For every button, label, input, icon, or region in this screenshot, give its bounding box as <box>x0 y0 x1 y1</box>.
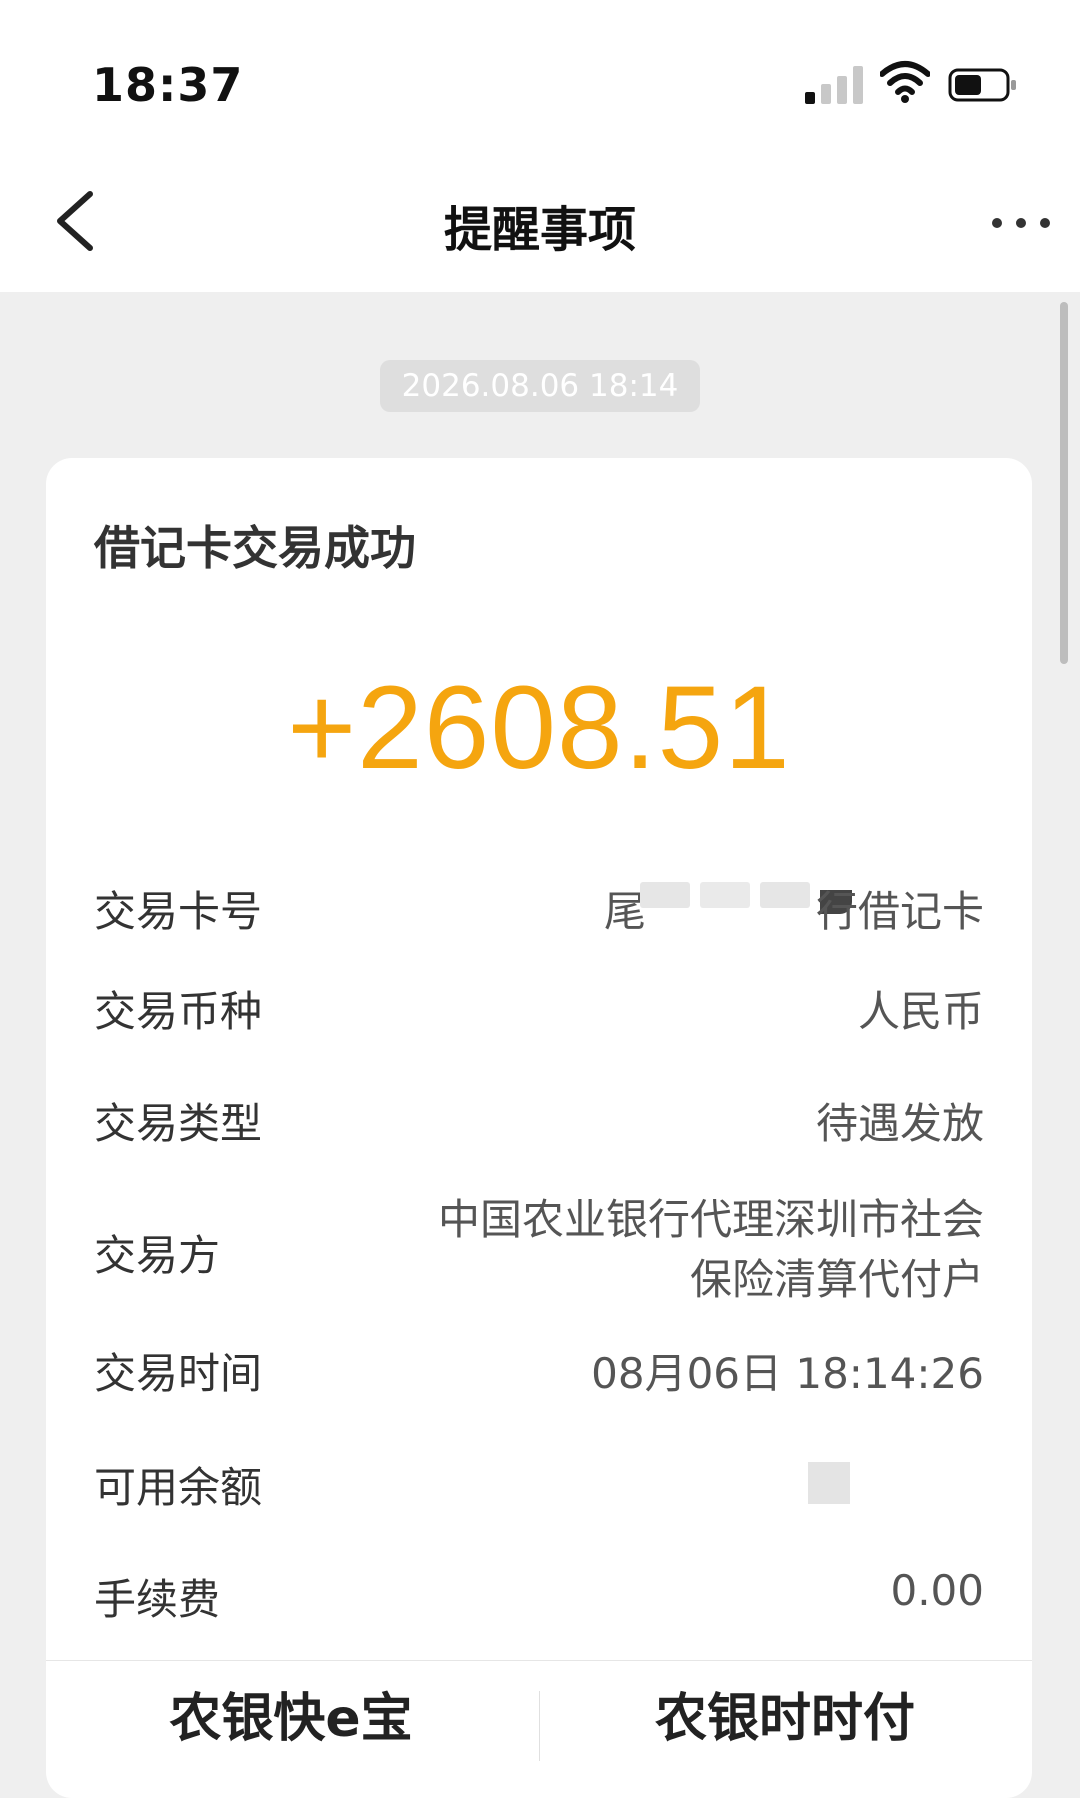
row-label: 交易类型 <box>94 1099 263 1148</box>
masked-digits <box>760 882 810 908</box>
masked-digits <box>700 882 750 908</box>
row-value: 0.00 <box>890 1566 984 1615</box>
page-title: 提醒事项 <box>443 202 636 258</box>
masked-digits <box>640 882 690 908</box>
transaction-amount: +2608.51 <box>287 662 791 794</box>
row-counterparty: 交易方 中国农业银行代理深圳市社会 保险清算代付户 <box>94 1186 984 1316</box>
row-card-number: 交易卡号 尾 行借记卡 <box>94 878 984 938</box>
card-title: 借记卡交易成功 <box>94 521 416 575</box>
row-value: 人民币 <box>857 987 984 1036</box>
message-timestamp: 2026.08.06 18:14 <box>380 360 700 412</box>
row-time: 交易时间 08月06日 18:14:26 <box>94 1340 984 1400</box>
battery-icon <box>948 68 1016 102</box>
masked-balance <box>808 1462 850 1504</box>
cellular-signal-icon <box>805 64 863 104</box>
status-bar: 18:37 <box>0 0 1080 150</box>
row-currency: 交易币种 人民币 <box>94 978 984 1038</box>
bottom-action-bar: 农银快e宝 农银时时付 <box>46 1660 1032 1781</box>
shi-shi-fu-button[interactable]: 农银时时付 <box>540 1661 1030 1781</box>
row-fee: 手续费 0.00 <box>94 1566 984 1626</box>
kuai-e-bao-button[interactable]: 农银快e宝 <box>46 1661 536 1781</box>
nav-bar: 提醒事项 <box>0 150 1080 292</box>
wifi-icon <box>880 61 930 103</box>
row-label: 交易时间 <box>94 1349 263 1398</box>
row-value-line-1: 中国农业银行代理深圳市社会 <box>437 1195 984 1244</box>
transaction-card: 借记卡交易成功 +2608.51 交易卡号 尾 行借记卡 交易币种 人民币 交易… <box>46 458 1032 1798</box>
row-label: 手续费 <box>94 1575 221 1624</box>
row-value: 08月06日 18:14:26 <box>591 1349 984 1398</box>
card-number-suffix: 行借记卡 <box>815 887 984 936</box>
scrollbar[interactable] <box>1060 302 1068 664</box>
more-options-icon[interactable] <box>986 208 1056 238</box>
row-label: 交易卡号 <box>94 887 263 936</box>
row-label: 交易方 <box>94 1231 221 1280</box>
row-label: 可用余额 <box>94 1463 263 1512</box>
row-balance: 可用余额 <box>94 1454 984 1514</box>
row-label: 交易币种 <box>94 987 263 1036</box>
row-value-line-2: 保险清算代付户 <box>689 1255 984 1304</box>
row-value: 待遇发放 <box>815 1099 984 1148</box>
status-time: 18:37 <box>92 58 244 112</box>
row-type: 交易类型 待遇发放 <box>94 1090 984 1150</box>
